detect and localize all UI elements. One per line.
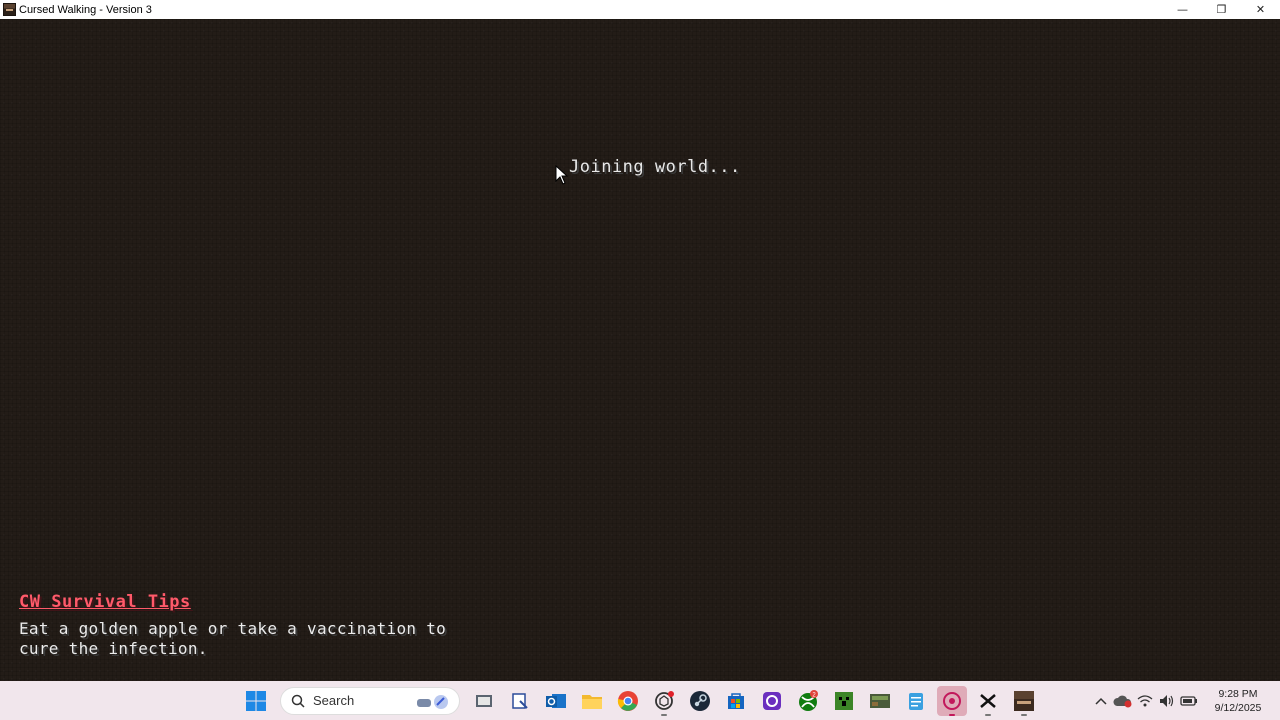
minimize-button[interactable]: — <box>1163 0 1202 19</box>
window-titlebar: Cursed Walking - Version 3 — ❐ ✕ <box>0 0 1280 19</box>
tips-body: Eat a golden apple or take a vaccination… <box>19 619 447 658</box>
file-explorer-icon[interactable] <box>577 686 607 716</box>
search-highlight-icon <box>415 693 451 711</box>
volume-icon[interactable] <box>1157 691 1177 711</box>
taskbar-apps: Search 2 <box>238 681 1042 720</box>
start-button[interactable] <box>241 686 271 716</box>
chevron-up-icon[interactable] <box>1091 691 1111 711</box>
restore-button[interactable]: ❐ <box>1202 0 1241 19</box>
active-app-icon[interactable] <box>937 685 967 716</box>
windows-logo-icon <box>246 690 266 711</box>
clock-date: 9/12/2025 <box>1214 701 1262 714</box>
capcut-icon[interactable] <box>973 686 1003 716</box>
microsoft-store-icon[interactable] <box>721 686 751 716</box>
xbox-icon[interactable]: 2 <box>793 686 823 716</box>
search-input[interactable]: Search <box>280 686 460 715</box>
taskbar: Search 2 9:28 PM 9/12/2025 <box>0 681 1280 720</box>
app-icon <box>3 3 16 16</box>
window-controls: — ❐ ✕ <box>1163 0 1280 19</box>
loading-status: Joining world... <box>569 157 741 177</box>
search-icon <box>291 694 305 708</box>
chatgpt-icon[interactable] <box>649 686 679 716</box>
purple-app-icon[interactable] <box>757 686 787 716</box>
tips-title: CW Survival Tips <box>19 592 191 612</box>
window-title: Cursed Walking - Version 3 <box>19 3 152 16</box>
minecraft-launcher-icon[interactable] <box>829 686 859 716</box>
running-indicator <box>949 713 955 716</box>
wifi-icon[interactable] <box>1135 691 1155 711</box>
mouse-cursor-icon <box>555 165 569 185</box>
running-indicator <box>661 713 667 716</box>
system-tray: 9:28 PM 9/12/2025 <box>1090 681 1280 720</box>
snipping-tool-icon[interactable] <box>505 686 535 716</box>
outlook-icon[interactable] <box>541 686 571 716</box>
game-viewport[interactable]: Joining world... CW Survival Tips Eat a … <box>0 19 1280 681</box>
running-indicator <box>985 713 991 716</box>
chrome-icon[interactable] <box>613 686 643 716</box>
search-label: Search <box>313 693 355 708</box>
task-view-icon[interactable] <box>469 686 499 716</box>
close-button[interactable]: ✕ <box>1241 0 1280 19</box>
running-indicator <box>1021 713 1027 716</box>
clock-time: 9:28 PM <box>1218 687 1258 700</box>
game-window-icon[interactable] <box>1009 686 1039 716</box>
battery-icon[interactable] <box>1179 691 1199 711</box>
minecraft-legacy-icon[interactable] <box>865 686 895 716</box>
steam-icon[interactable] <box>685 686 715 716</box>
cloud-sync-error-icon[interactable] <box>1113 691 1133 711</box>
notepad-icon[interactable] <box>901 686 931 716</box>
clock[interactable]: 9:28 PM 9/12/2025 <box>1206 687 1270 715</box>
